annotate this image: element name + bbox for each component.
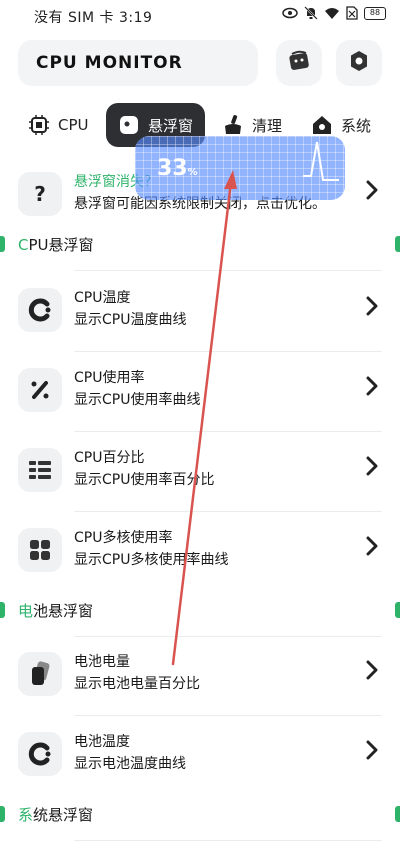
section-marker-left: [0, 806, 5, 822]
cpu-multicore-desc: 显示CPU多核使用率曲线: [74, 552, 229, 568]
tab-system-label: 系统: [341, 116, 372, 135]
battery-level-desc: 显示电池电量百分比: [74, 676, 200, 692]
gear-icon: [347, 49, 371, 77]
battery-level-title: 电池电量: [74, 654, 130, 670]
bars-grid-icon: [18, 448, 62, 492]
widget-value: 33%: [157, 156, 198, 181]
widget-sparkline: [303, 141, 339, 181]
cpu-multicore-title: CPU多核使用率: [74, 530, 173, 546]
chevron-right-icon: [366, 180, 378, 204]
divider: [74, 636, 382, 637]
eye-icon: [282, 7, 298, 19]
chevron-right-icon: [366, 740, 378, 764]
mute-bell-icon: [304, 6, 318, 20]
broom-icon: [222, 114, 244, 136]
status-carrier-time: 没有 SIM 卡 3:19: [34, 10, 153, 26]
chevron-right-icon: [366, 660, 378, 684]
chevron-right-icon: [366, 536, 378, 560]
wifi-icon: [324, 7, 340, 20]
chevron-right-icon: [366, 456, 378, 480]
divider: [74, 511, 382, 512]
section-title-system: 系统悬浮窗: [18, 806, 94, 824]
section-marker-right: [395, 602, 400, 618]
app-title: CPU MONITOR: [36, 53, 183, 73]
cpu-temp-item[interactable]: CPU温度 显示CPU温度曲线: [0, 274, 400, 352]
settings-button[interactable]: [336, 40, 382, 86]
cpu-percent-desc: 显示CPU使用率百分比: [74, 472, 215, 488]
help-icon: ?: [18, 172, 62, 216]
tab-clean-label: 清理: [252, 116, 283, 135]
battery-cards-icon: [18, 652, 62, 696]
divider: [74, 431, 382, 432]
section-marker-left: [0, 602, 5, 618]
battery-indicator: 88: [364, 6, 386, 20]
no-sim-icon: [346, 6, 358, 20]
c-ring-icon: [18, 288, 62, 332]
svg-text:?: ?: [34, 183, 46, 205]
section-marker-left: [0, 236, 5, 252]
float-window-icon: [118, 114, 140, 136]
widget-unit: %: [187, 167, 198, 178]
divider: [74, 840, 382, 841]
battery-temp-item[interactable]: 电池温度 显示电池温度曲线: [0, 718, 400, 796]
divider: [74, 270, 382, 271]
face-button[interactable]: [276, 40, 322, 86]
floating-cpu-widget[interactable]: 33%: [135, 136, 345, 200]
tab-float-window-label: 悬浮窗: [148, 116, 194, 135]
section-marker-right: [395, 236, 400, 252]
chevron-right-icon: [366, 376, 378, 400]
battery-temp-title: 电池温度: [74, 734, 130, 750]
cpu-usage-item[interactable]: CPU使用率 显示CPU使用率曲线: [0, 354, 400, 432]
battery-temp-desc: 显示电池温度曲线: [74, 756, 186, 772]
cpu-temp-title: CPU温度: [74, 290, 131, 306]
section-marker-right: [395, 806, 400, 822]
section-title-battery: 电池悬浮窗: [18, 602, 94, 620]
cpu-multicore-item[interactable]: CPU多核使用率 显示CPU多核使用率曲线: [0, 514, 400, 592]
cpu-percent-title: CPU百分比: [74, 450, 145, 466]
section-title-cpu: CPU悬浮窗: [18, 236, 94, 254]
face-icon: [287, 49, 311, 77]
tab-cpu-label: CPU: [58, 116, 89, 134]
divider: [74, 715, 382, 716]
cpu-percent-item[interactable]: CPU百分比 显示CPU使用率百分比: [0, 434, 400, 512]
cpu-temp-desc: 显示CPU温度曲线: [74, 312, 187, 328]
tab-cpu[interactable]: CPU: [28, 103, 89, 147]
app-title-box: CPU MONITOR: [18, 40, 258, 86]
cpu-usage-desc: 显示CPU使用率曲线: [74, 392, 201, 408]
battery-level-item[interactable]: 电池电量 显示电池电量百分比: [0, 638, 400, 716]
four-squares-icon: [18, 528, 62, 572]
status-icons: 88: [282, 6, 386, 20]
app-header: CPU MONITOR: [18, 40, 382, 88]
home-icon: [311, 114, 333, 136]
status-bar: 没有 SIM 卡 3:19 88: [0, 0, 400, 34]
c-ring-icon: [18, 732, 62, 776]
divider: [74, 351, 382, 352]
percent-icon: [18, 368, 62, 412]
chevron-right-icon: [366, 296, 378, 320]
chip-icon: [28, 114, 50, 136]
cpu-usage-title: CPU使用率: [74, 370, 145, 386]
